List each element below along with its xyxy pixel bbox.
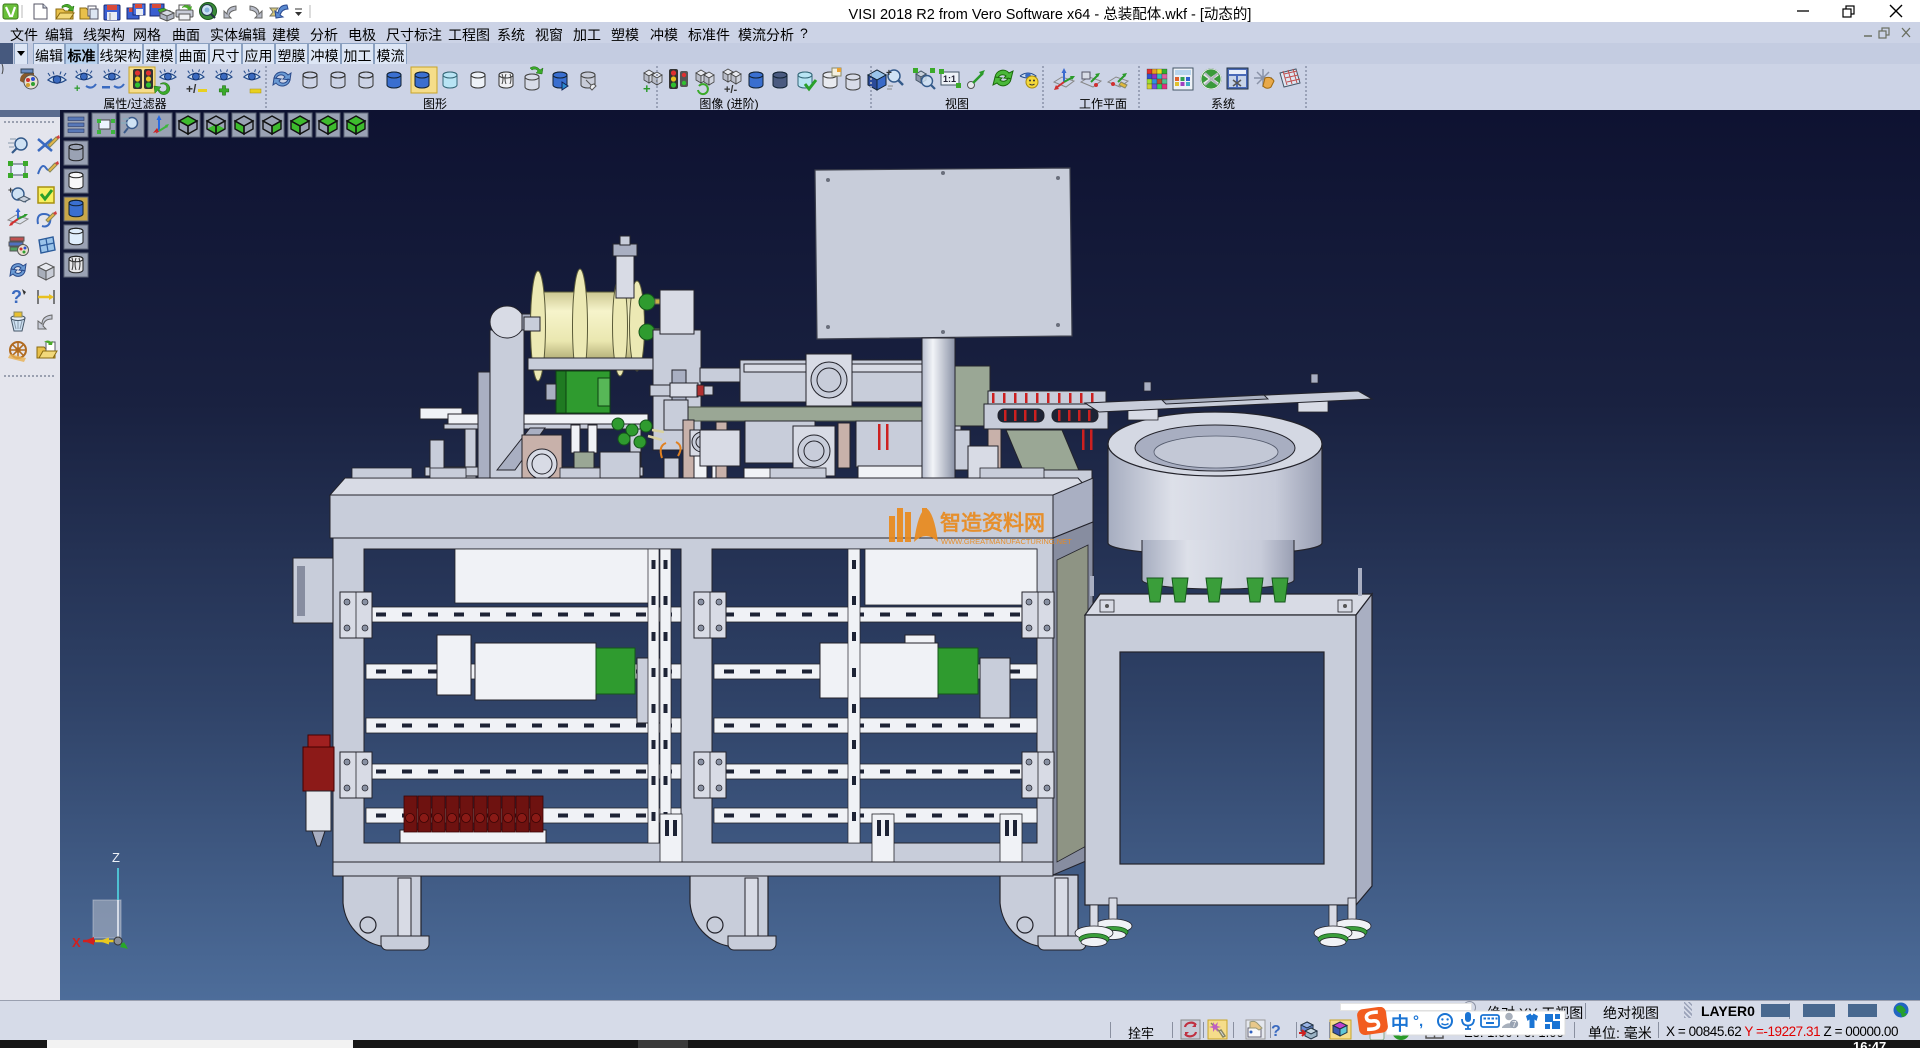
- svg-text:+: +: [74, 83, 80, 95]
- svg-text:7: 7: [1512, 1020, 1517, 1029]
- svg-text:°,: °,: [1413, 1013, 1423, 1030]
- svg-text:+/: +/: [186, 82, 197, 96]
- svg-text:+: +: [643, 81, 651, 96]
- svg-text:X: X: [72, 935, 81, 950]
- svg-text:智造资料网: 智造资料网: [940, 511, 1045, 535]
- svg-text:中: 中: [1391, 1013, 1409, 1034]
- svg-text:?: ?: [1271, 1023, 1281, 1040]
- svg-text:WWW.GREATMANUFACTURING.NET: WWW.GREATMANUFACTURING.NET: [941, 537, 1072, 546]
- svg-text:+: +: [886, 68, 892, 79]
- svg-text:?: ?: [11, 287, 22, 307]
- svg-text:Z: Z: [112, 850, 120, 865]
- svg-text:1:1: 1:1: [943, 74, 956, 84]
